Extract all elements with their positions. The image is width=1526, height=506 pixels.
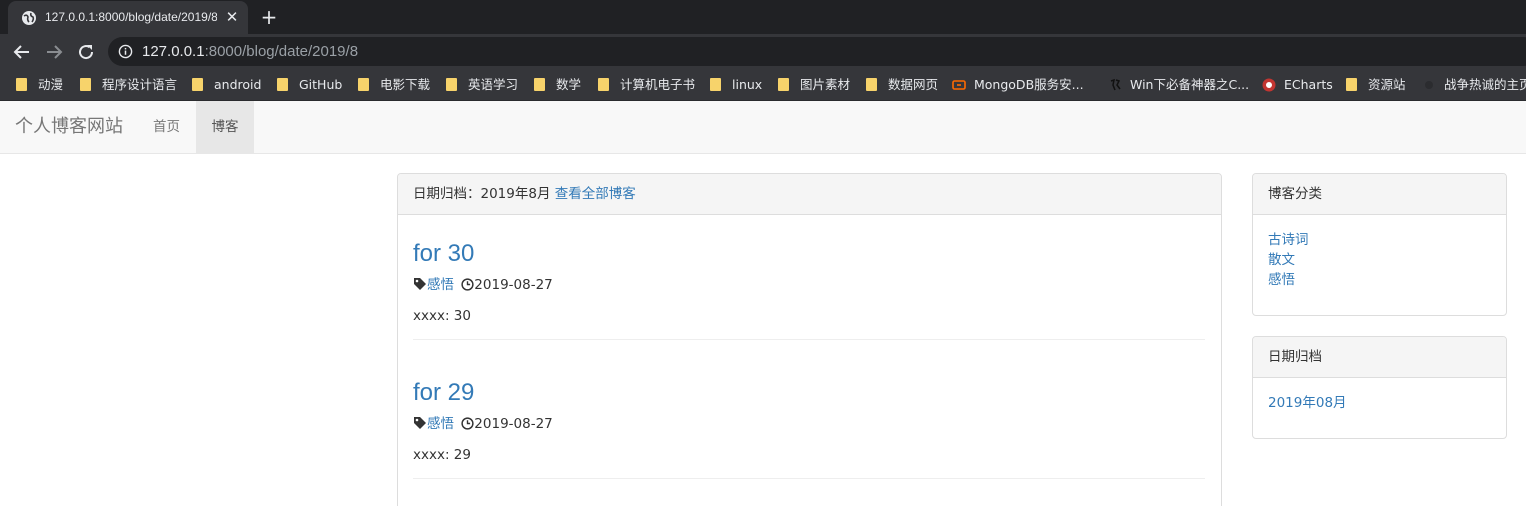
- post-meta: 感悟 2019-08-27: [413, 277, 553, 293]
- reload-icon[interactable]: [74, 40, 98, 64]
- post-title-link[interactable]: for 30: [413, 240, 474, 268]
- address-bar[interactable]: 127.0.0.1:8000/blog/date/2019/8: [108, 37, 1526, 66]
- date-archive-panel: 日期归档 2019年08月: [1252, 336, 1507, 439]
- bookmark-label: 程序设计语言: [102, 77, 178, 92]
- folder-icon: [710, 78, 721, 91]
- globe-icon: [22, 11, 36, 25]
- bookmarks-bar: 动漫 程序设计语言 android GitHub 电影下载 英语学习 数学 计算…: [0, 69, 1526, 101]
- folder-icon: [80, 78, 91, 91]
- folder-icon: [778, 78, 789, 91]
- bookmark-label: GitHub: [299, 77, 343, 92]
- url-host: 127.0.0.1: [142, 43, 205, 60]
- categories-panel: 博客分类 古诗词 散文 感悟: [1252, 173, 1507, 316]
- echarts-favicon-icon: [1262, 78, 1276, 92]
- bookmark-label: 动漫: [38, 77, 64, 92]
- tab-title: 127.0.0.1:8000/blog/date/2019/8: [45, 10, 217, 24]
- folder-icon: [16, 78, 27, 91]
- post-title-link[interactable]: for 29: [413, 379, 474, 407]
- post-category-link[interactable]: 感悟: [427, 416, 454, 432]
- folder-icon: [358, 78, 369, 91]
- bookmark-label: 资源站: [1368, 77, 1406, 92]
- bookmark-label: android: [214, 77, 262, 92]
- view-all-blogs-link[interactable]: 查看全部博客: [555, 186, 636, 202]
- bookmark-label: Win下必备神器之C...: [1130, 77, 1250, 92]
- bookmark-label: 计算机电子书: [620, 77, 696, 92]
- url-path: :8000/blog/date/2019/8: [204, 43, 359, 60]
- bookmark-label: linux: [732, 77, 763, 92]
- archive-panel-heading: 日期归档：2019年8月 查看全部博客: [398, 174, 1221, 215]
- clock-icon: [461, 278, 474, 291]
- url-text: 127.0.0.1:8000/blog/date/2019/8: [142, 43, 358, 60]
- site-favicon-icon: [1110, 78, 1121, 91]
- folder-icon: [1346, 78, 1357, 91]
- category-link[interactable]: 古诗词: [1268, 230, 1491, 250]
- bookmark-label: 电影下载: [380, 77, 431, 92]
- forward-arrow-icon[interactable]: [42, 40, 66, 64]
- bookmark-label: 战争热诚的主页: [1444, 77, 1526, 92]
- bookmark-label: 英语学习: [468, 77, 519, 92]
- bookmark-label: 数据网页: [888, 77, 939, 92]
- folder-icon: [446, 78, 457, 91]
- post-excerpt: xxxx: 29: [413, 447, 471, 463]
- post-date: 2019-08-27: [474, 277, 553, 293]
- info-icon[interactable]: [118, 44, 133, 59]
- post-date: 2019-08-27: [474, 416, 553, 432]
- mongodb-favicon-icon: [952, 80, 966, 90]
- nav-item-home[interactable]: 首页: [138, 101, 195, 153]
- close-tab-icon[interactable]: ✕: [224, 9, 240, 25]
- category-link[interactable]: 感悟: [1268, 270, 1491, 290]
- site-favicon-icon: [1425, 81, 1433, 89]
- date-archive-heading: 日期归档: [1253, 337, 1506, 378]
- categories-heading: 博客分类: [1253, 174, 1506, 215]
- site-brand[interactable]: 个人博客网站: [15, 116, 123, 138]
- browser-tabstrip: 127.0.0.1:8000/blog/date/2019/8 ✕ +: [0, 0, 1526, 34]
- bookmark-label: ECharts: [1284, 77, 1333, 92]
- folder-icon: [277, 78, 288, 91]
- categories-list: 古诗词 散文 感悟: [1253, 215, 1506, 290]
- post-excerpt: xxxx: 30: [413, 308, 471, 324]
- folder-icon: [534, 78, 545, 91]
- site-navbar: 个人博客网站 首页 博客: [0, 101, 1526, 154]
- post-divider: [413, 478, 1205, 479]
- archive-heading-text: 日期归档：2019年8月: [413, 186, 551, 202]
- folder-icon: [598, 78, 609, 91]
- date-archive-list: 2019年08月: [1253, 378, 1506, 413]
- new-tab-button[interactable]: +: [258, 6, 280, 28]
- tag-icon: [414, 417, 426, 429]
- bookmark-label: 图片素材: [800, 77, 851, 92]
- back-arrow-icon[interactable]: [10, 40, 34, 64]
- folder-icon: [866, 78, 877, 91]
- browser-tab[interactable]: 127.0.0.1:8000/blog/date/2019/8 ✕: [8, 1, 248, 34]
- archive-panel: 日期归档：2019年8月 查看全部博客 for 30 感悟 2019-08-27…: [397, 173, 1222, 506]
- post-meta: 感悟 2019-08-27: [413, 416, 553, 432]
- date-archive-link[interactable]: 2019年08月: [1268, 393, 1491, 413]
- clock-icon: [461, 417, 474, 430]
- category-link[interactable]: 散文: [1268, 250, 1491, 270]
- post-category-link[interactable]: 感悟: [427, 277, 454, 293]
- bookmark-label: 数学: [556, 77, 582, 92]
- folder-icon: [192, 78, 203, 91]
- browser-toolbar: 127.0.0.1:8000/blog/date/2019/8: [0, 34, 1526, 69]
- bookmark-label: MongoDB服务安...: [974, 77, 1084, 92]
- tag-icon: [414, 278, 426, 290]
- post-divider: [413, 339, 1205, 340]
- nav-item-blog[interactable]: 博客: [196, 101, 254, 153]
